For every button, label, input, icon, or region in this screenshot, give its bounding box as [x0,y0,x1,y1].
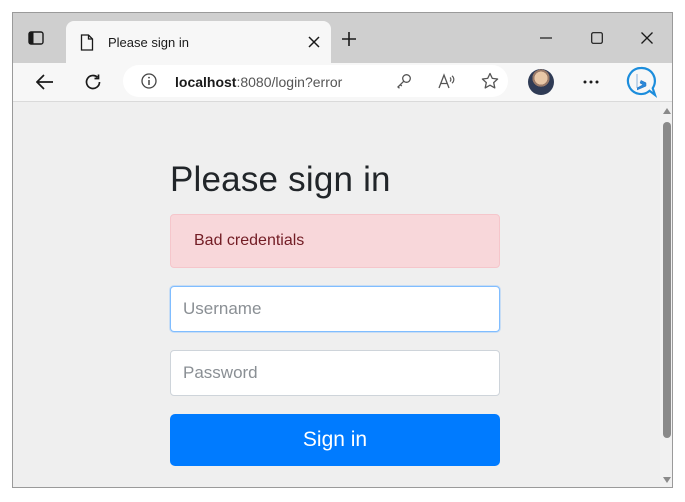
star-icon[interactable] [481,72,499,90]
refresh-icon[interactable] [82,71,104,93]
error-alert: Bad credentials [170,214,500,268]
read-aloud-icon[interactable] [438,72,456,90]
plus-icon[interactable] [339,29,359,49]
scroll-down-icon[interactable] [663,477,671,483]
sign-in-button[interactable]: Sign in [170,414,500,466]
url-path: :8080/login?error [236,74,343,90]
more-icon[interactable] [580,71,602,93]
page-icon [80,33,94,51]
username-input[interactable] [170,286,500,332]
address-bar[interactable]: localhost:8080/login?error [123,65,508,97]
signin-form: Please sign in Bad credentials Sign in [170,160,500,466]
tab-strip: Please sign in [13,13,672,63]
tab-actions-icon[interactable] [27,29,45,47]
minimize-icon[interactable] [535,27,557,49]
profile-avatar[interactable] [528,69,554,95]
maximize-icon[interactable] [586,27,608,49]
url-text: localhost:8080/login?error [175,74,342,90]
bing-icon[interactable] [625,66,657,98]
page-title: Please sign in [170,160,391,199]
close-icon[interactable] [303,31,325,53]
scrollbar[interactable] [660,102,672,487]
info-icon[interactable] [141,73,157,89]
scroll-thumb[interactable] [663,122,671,438]
scroll-up-icon[interactable] [663,108,671,114]
window-close-icon[interactable] [636,27,658,49]
key-icon[interactable] [395,72,413,90]
tab-title: Please sign in [108,34,189,50]
back-icon[interactable] [34,71,56,93]
url-host: localhost [175,74,237,90]
browser-tab[interactable]: Please sign in [66,21,331,63]
browser-toolbar: localhost:8080/login?error [13,63,672,102]
page-viewport: Please sign in Bad credentials Sign in [13,102,672,487]
password-input[interactable] [170,350,500,396]
browser-window: Please sign in localhost:8080/login?erro… [12,12,673,488]
